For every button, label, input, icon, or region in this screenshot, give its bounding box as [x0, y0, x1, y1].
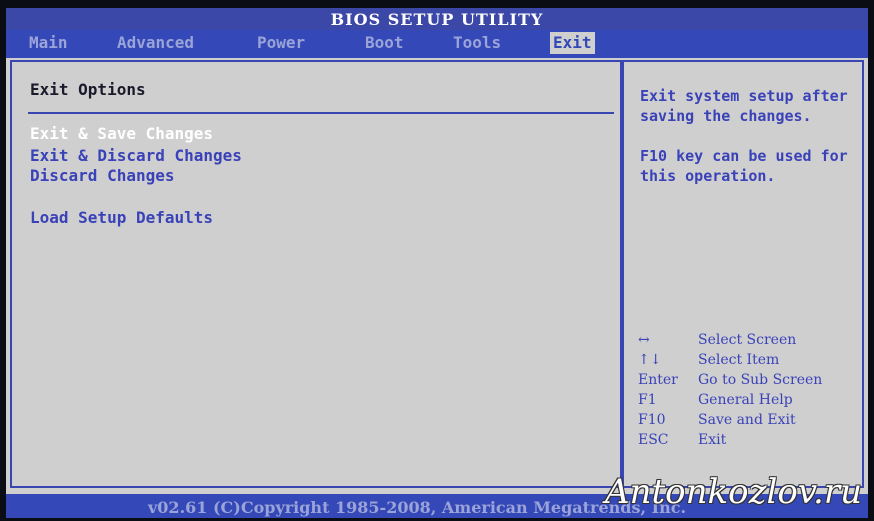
tab-advanced[interactable]: Advanced — [114, 32, 197, 54]
discard-changes-item[interactable]: Discard Changes — [30, 166, 175, 185]
key-legend: ↔ Select Screen ↑↓ Select Item Enter Go … — [638, 330, 864, 450]
key-action: Select Screen — [698, 332, 797, 348]
key-legend-row: ↑↓ Select Item — [638, 350, 864, 370]
tab-boot[interactable]: Boot — [362, 32, 407, 54]
key-name: ESC — [638, 432, 669, 448]
tab-tools[interactable]: Tools — [450, 32, 504, 54]
key-action: Exit — [698, 432, 727, 448]
key-legend-row: F1 General Help — [638, 390, 864, 410]
exit-options-panel: Exit Options Exit & Save Changes Exit & … — [10, 60, 622, 488]
watermark-logo: Antonkozlov.ru — [605, 472, 862, 512]
key-name: Enter — [638, 372, 678, 388]
help-panel: Exit system setup after saving the chang… — [622, 60, 864, 488]
exit-options-heading: Exit Options — [30, 80, 146, 99]
help-text: Exit system setup after saving the chang… — [640, 86, 860, 206]
key-name: F10 — [638, 412, 666, 428]
bios-title: BIOS SETUP UTILITY — [6, 8, 868, 30]
tab-power[interactable]: Power — [254, 32, 308, 54]
tab-exit[interactable]: Exit — [550, 32, 595, 54]
tab-main[interactable]: Main — [26, 32, 71, 54]
key-legend-row: ESC Exit — [638, 430, 864, 450]
key-action: General Help — [698, 392, 793, 408]
key-legend-row: Enter Go to Sub Screen — [638, 370, 864, 390]
key-action: Save and Exit — [698, 412, 796, 428]
key-legend-row: F10 Save and Exit — [638, 410, 864, 430]
up-down-arrow-icon: ↑↓ — [638, 352, 662, 368]
menu-bar: Main Advanced Power Boot Tools Exit — [6, 30, 868, 58]
exit-discard-changes-item[interactable]: Exit & Discard Changes — [30, 146, 242, 165]
left-right-arrow-icon: ↔ — [638, 332, 650, 348]
key-action: Go to Sub Screen — [698, 372, 823, 388]
exit-save-changes-item[interactable]: Exit & Save Changes — [30, 124, 213, 143]
help-f10-note: F10 key can be used for this operation. — [640, 147, 848, 185]
key-legend-row: ↔ Select Screen — [638, 330, 864, 350]
help-description: Exit system setup after saving the chang… — [640, 87, 848, 125]
bios-screen: BIOS SETUP UTILITY Main Advanced Power B… — [6, 8, 868, 518]
load-setup-defaults-item[interactable]: Load Setup Defaults — [30, 208, 213, 227]
key-action: Select Item — [698, 352, 780, 368]
heading-divider — [28, 112, 614, 114]
key-name: F1 — [638, 392, 657, 408]
